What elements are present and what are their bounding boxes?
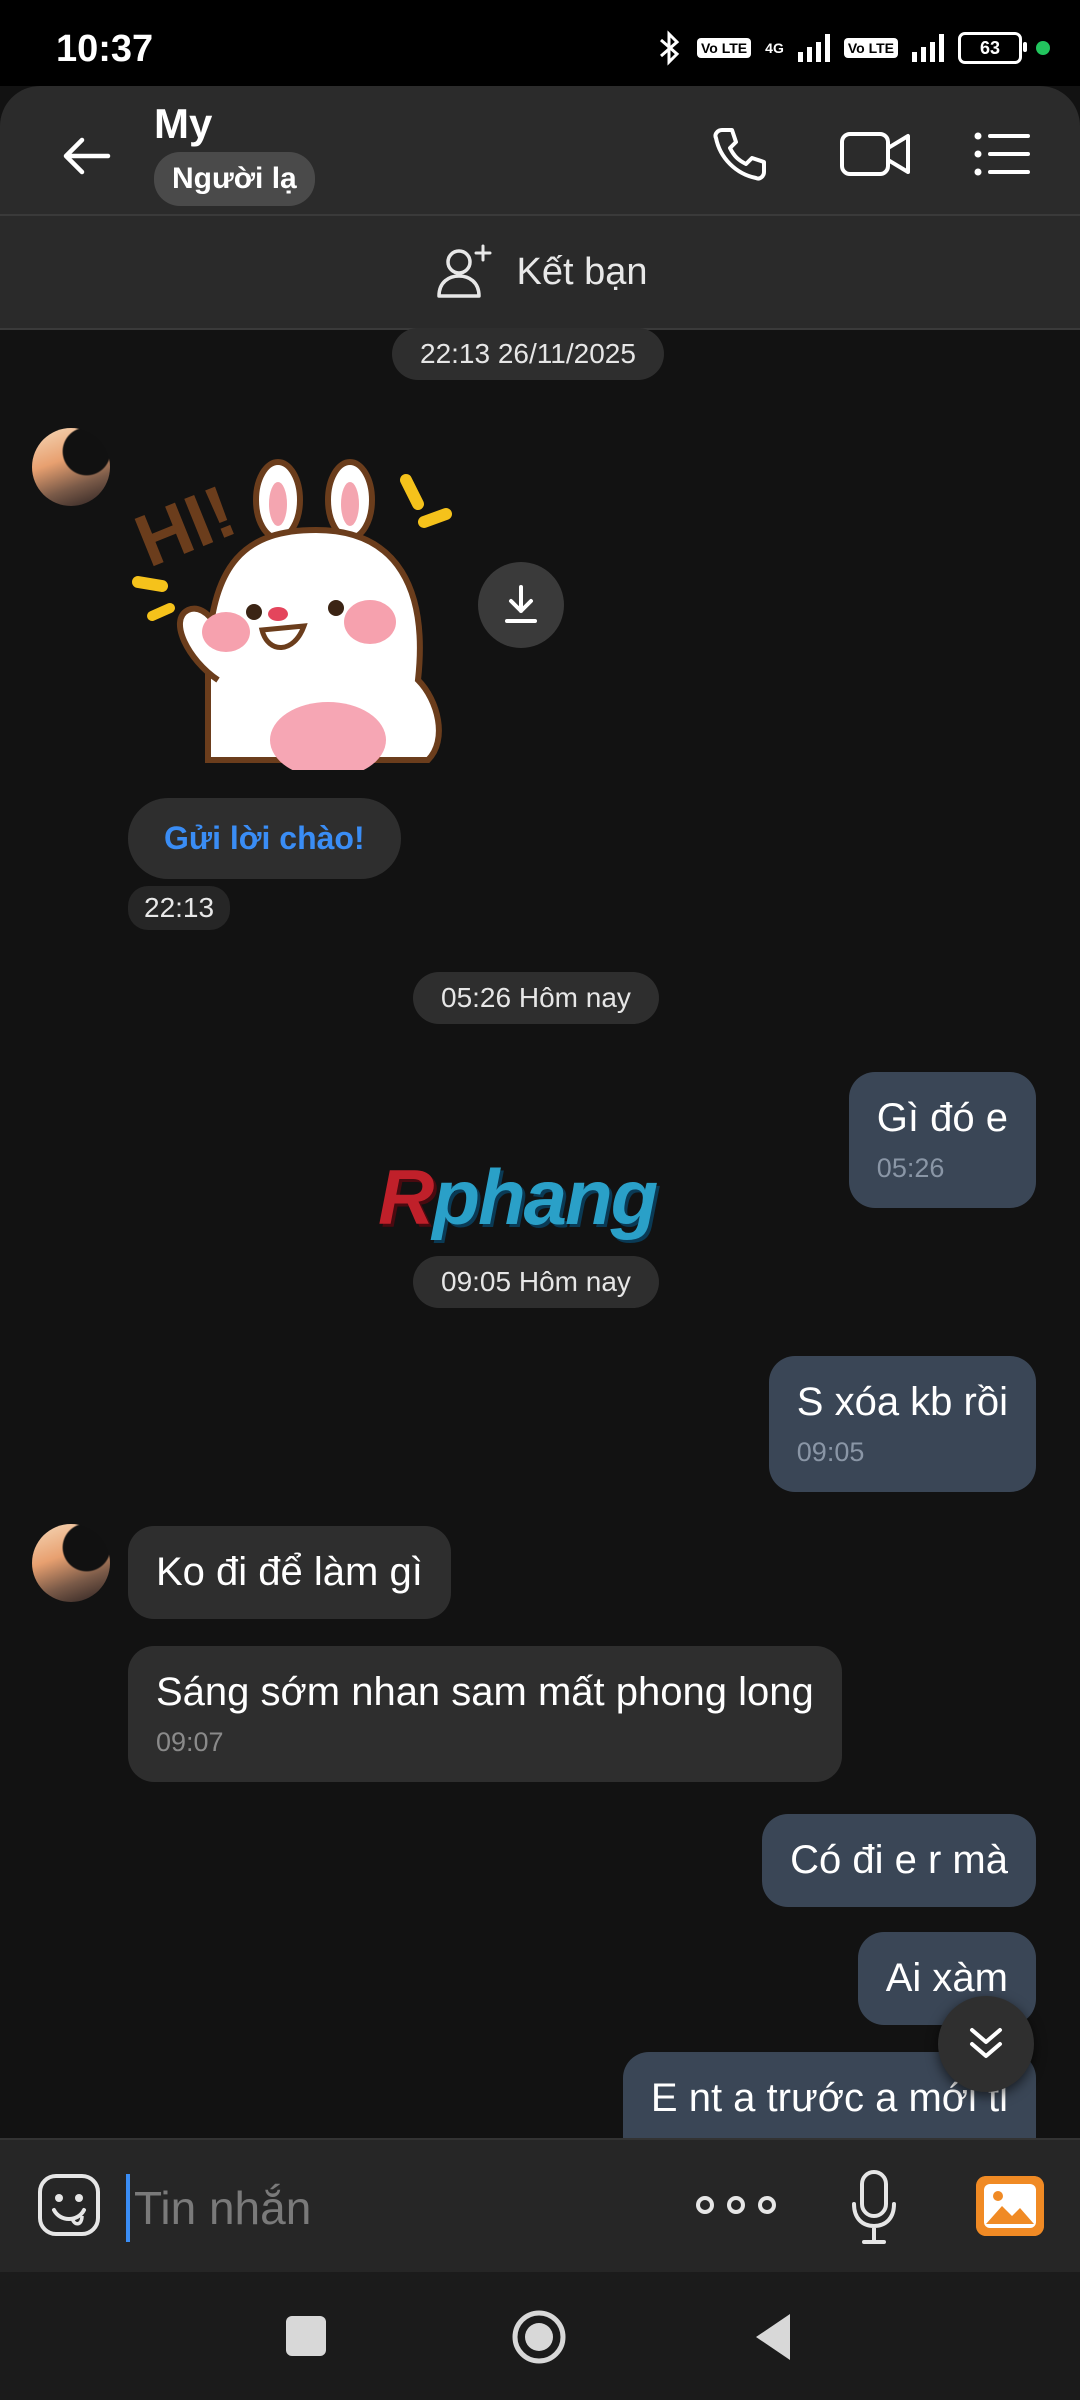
back-button[interactable] <box>752 2312 792 2362</box>
message-bubble-outgoing[interactable]: S xóa kb rồi 09:05 <box>768 1356 1036 1492</box>
signal-icon-1 <box>797 34 830 62</box>
message-input-bar <box>0 2138 1080 2274</box>
battery-icon: 63 <box>958 32 1027 64</box>
bluetooth-icon <box>660 30 680 66</box>
contact-name[interactable]: My <box>154 100 212 148</box>
date-separator: 09:05 Hôm nay <box>413 1256 659 1308</box>
message-text: E nt a trước a mới tl <box>650 2076 1008 2120</box>
download-button[interactable] <box>478 562 564 648</box>
message-bubble-incoming[interactable]: Sáng sớm nhan sam mất phong long 09:07 <box>128 1646 842 1782</box>
scroll-to-bottom-button[interactable] <box>938 1996 1034 2092</box>
status-icons: Vo LTE 4G Vo LTE 63 <box>657 28 1050 68</box>
volte-badge-2: Vo LTE <box>843 38 898 58</box>
more-dots-icon[interactable] <box>696 2180 776 2230</box>
chat-header: My Người lạ <box>0 86 1080 214</box>
emoji-icon[interactable] <box>36 2172 102 2238</box>
double-chevron-down-icon <box>970 2028 1002 2058</box>
system-navigation-bar <box>0 2272 1080 2400</box>
message-text: Ai xàm <box>885 1956 1008 2000</box>
watermark-logo: Rphang <box>378 1153 658 1241</box>
hi-sticker-image[interactable]: HI! <box>128 440 468 770</box>
gallery-icon[interactable] <box>976 2176 1044 2236</box>
privacy-dot-icon <box>1036 41 1050 55</box>
signal-icon-2 <box>912 34 944 62</box>
message-time: 09:07 <box>156 1727 224 1757</box>
message-time: 22:13 <box>128 886 231 930</box>
message-bubble-incoming[interactable]: Ko đi để làm gì <box>128 1526 451 1619</box>
message-text: Ko đi để làm gì <box>156 1550 423 1594</box>
microphone-icon[interactable] <box>848 2168 900 2248</box>
message-time: 05:26 <box>876 1153 945 1183</box>
menu-list-icon[interactable] <box>970 122 1034 186</box>
recent-apps-button[interactable] <box>286 2316 326 2356</box>
message-bubble-outgoing[interactable]: Có đi e r mà <box>762 1814 1036 1907</box>
message-time: 09:05 <box>796 1437 865 1467</box>
date-separator: 22:13 26/11/2025 <box>392 328 664 380</box>
message-bubble-outgoing[interactable]: Gì đó e 05:26 <box>848 1072 1036 1208</box>
home-button[interactable] <box>510 2308 568 2366</box>
back-arrow-icon[interactable] <box>56 126 116 186</box>
message-text: Có đi e r mà <box>790 1838 1008 1882</box>
avatar[interactable] <box>32 428 110 506</box>
add-friend-icon <box>436 244 491 298</box>
avatar[interactable] <box>32 1524 110 1602</box>
message-input[interactable] <box>126 2174 676 2242</box>
status-time: 10:37 <box>56 28 154 70</box>
download-icon <box>505 585 537 623</box>
send-greeting-button[interactable]: Gửi lời chào! <box>128 798 401 879</box>
add-friend-label: Kết bạn <box>516 250 648 293</box>
date-separator: 05:26 Hôm nay <box>413 972 659 1024</box>
message-text: S xóa kb rồi <box>796 1380 1008 1424</box>
add-friend-button[interactable]: Kết bạn <box>0 214 1080 330</box>
message-text: Sáng sớm nhan sam mất phong long <box>156 1670 814 1714</box>
message-text: Gì đó e <box>876 1096 1008 1140</box>
stranger-badge: Người lạ <box>154 152 315 206</box>
volte-badge-1: Vo LTE <box>697 38 752 58</box>
phone-icon[interactable] <box>708 122 772 186</box>
video-camera-icon[interactable] <box>838 122 914 186</box>
status-bar: 10:37 Vo LTE 4G Vo LTE 63 <box>0 0 1080 86</box>
network-type: 4G <box>765 40 784 56</box>
